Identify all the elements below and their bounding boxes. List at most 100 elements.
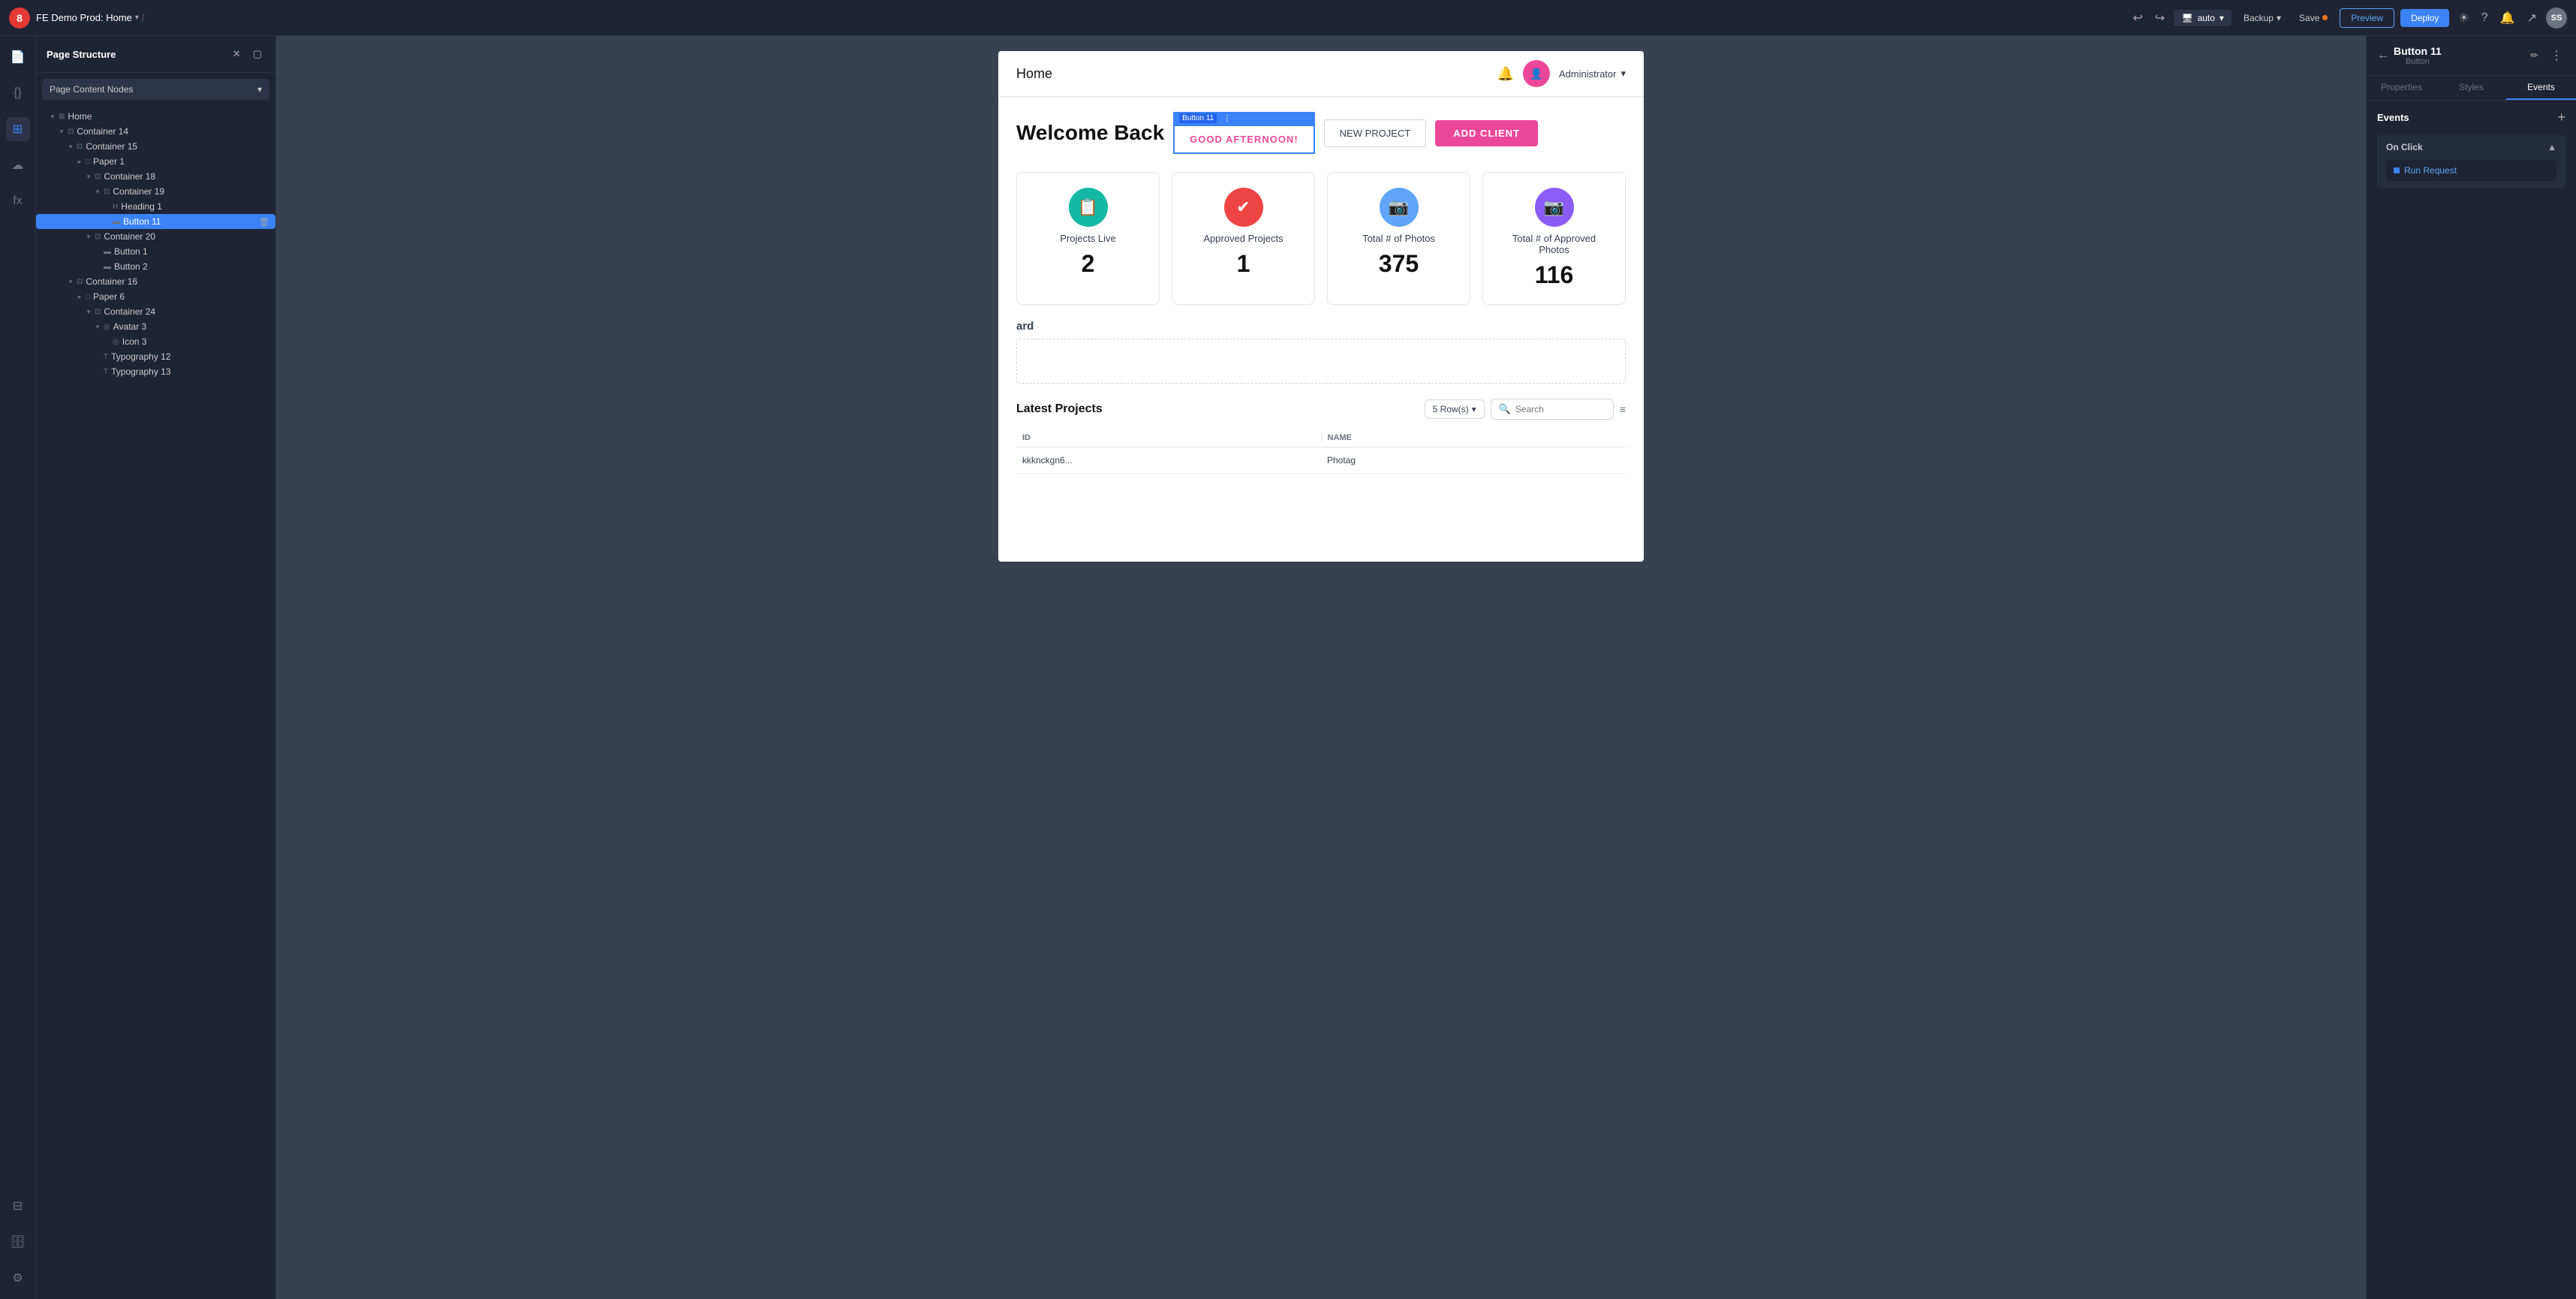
stat-value: 1 [1237,250,1250,278]
tree-item-container-19[interactable]: ▾⊡Container 19 [36,184,275,199]
rail-settings-icon[interactable]: ⚙ [6,1266,30,1290]
backup-button[interactable]: Backup ▾ [2237,10,2287,26]
save-button[interactable]: Save [2293,10,2334,26]
expand-arrow[interactable]: ▾ [93,188,102,196]
deploy-button[interactable]: Deploy [2400,9,2449,27]
rail-fx-icon[interactable]: fx [6,189,30,213]
panel-close-icon[interactable]: ✕ [230,45,244,63]
tree-item-container-14[interactable]: ▾⊡Container 14 [36,124,275,139]
stat-label: Projects Live [1060,233,1115,244]
tree-item-paper-1[interactable]: ▸□Paper 1 [36,154,275,169]
backup-label: Backup [2243,13,2274,23]
add-event-button[interactable]: + [2557,110,2565,125]
cell-name: Photag [1321,455,1626,466]
canvas-area: Home 🔔 👤 Administrator ▾ Welcome Back [276,36,2366,1299]
panel-expand-icon[interactable]: ▢ [250,45,265,63]
app-user-name: Administrator [1559,68,1617,80]
search-input-wrapper: 🔍 [1491,399,1614,420]
tab-styles[interactable]: Styles [2436,76,2506,100]
tree-item-container-24[interactable]: ▾⊡Container 24 [36,304,275,319]
page-icon: ⊞ [59,113,65,121]
tab-properties[interactable]: Properties [2367,76,2436,100]
on-click-header: On Click ▲ [2386,142,2556,152]
redo-button[interactable]: ↪ [2152,8,2168,29]
good-afternoon-button[interactable]: GOOD AFTERNOON! [1173,125,1315,154]
element-type: Button [2394,57,2442,66]
rows-select[interactable]: 5 Row(s) ▾ [1425,399,1485,419]
tree-item-container-16[interactable]: ▾⊡Container 16 [36,274,275,289]
run-request-label: Run Request [2404,165,2457,176]
rail-component-icon[interactable]: ⊟ [6,1194,30,1218]
heading-icon: H [113,203,118,211]
button-selector-more[interactable]: ⋮ [1223,113,1231,123]
app-user-avatar: 👤 [1523,60,1550,87]
rail-code-icon[interactable]: {} [6,81,30,105]
expand-arrow[interactable]: ▸ [75,158,84,166]
dashboard-dashed-box [1016,339,1626,384]
expand-arrow[interactable]: ▾ [84,308,93,316]
device-icon: 🖥 [2181,13,2192,23]
delete-icon[interactable]: 🗑 [259,217,269,227]
rail-layers-icon[interactable]: ⊞ [6,117,30,141]
device-selector[interactable]: 🖥 auto ▾ [2174,10,2231,26]
expand-arrow[interactable]: ▾ [48,113,57,121]
tree-label: Container 19 [113,186,164,197]
col-name: Name [1322,433,1627,442]
expand-arrow[interactable]: ▾ [66,143,75,151]
projects-title: Latest Projects [1016,402,1103,416]
tree-item-container-15[interactable]: ▾⊡Container 15 [36,139,275,154]
on-click-chevron[interactable]: ▲ [2547,142,2556,152]
help-icon[interactable]: ? [2478,8,2491,28]
tree-item-button-1[interactable]: ▬Button 1 [36,244,275,259]
tree-item-container-20[interactable]: ▾⊡Container 20 [36,229,275,244]
undo-button[interactable]: ↩ [2130,8,2146,29]
tree-item-container-18[interactable]: ▾⊡Container 18 [36,169,275,184]
rail-database-icon[interactable]: 🗄 [6,1230,30,1254]
expand-arrow[interactable]: ▾ [84,233,93,241]
tree-item-typography-13[interactable]: TTypography 13 [36,364,275,379]
tree-item-avatar-3[interactable]: ▾◎Avatar 3 [36,319,275,334]
rail-pages-icon[interactable]: 📄 [6,45,30,69]
stat-icon: 📷 [1535,188,1574,227]
panel-header-icons: ✕ ▢ [230,45,265,63]
new-project-button[interactable]: NEW PROJECT [1324,119,1427,147]
tree-label: Container 16 [86,276,137,287]
share-icon[interactable]: ↗ [2524,8,2540,29]
user-avatar-topbar: SS [2546,8,2567,29]
tab-events[interactable]: Events [2506,76,2576,100]
page-content-dropdown[interactable]: Page Content Nodes ▾ [42,79,269,100]
expand-arrow[interactable]: ▾ [93,323,102,331]
expand-arrow[interactable]: ▾ [84,173,93,181]
expand-arrow[interactable]: ▸ [75,293,84,301]
tree-item-button-11[interactable]: ▬Button 11🗑 [36,214,275,229]
notifications-icon[interactable]: 🔔 [2497,8,2518,29]
app-notification-icon[interactable]: 🔔 [1497,66,1513,82]
add-client-button[interactable]: ADD CLIENT [1435,120,1538,146]
stat-icon: 📋 [1069,188,1108,227]
edit-icon[interactable]: ✏ [2527,45,2541,66]
tree-item-heading-1[interactable]: HHeading 1 [36,199,275,214]
rail-cloud-icon[interactable]: ☁ [6,153,30,177]
on-click-section: On Click ▲ Run Request [2377,134,2565,188]
app-header-right: 🔔 👤 Administrator ▾ [1497,60,1626,87]
page-tree: ▾⊞Home▾⊡Container 14▾⊡Container 15▸□Pape… [36,106,275,1299]
search-input[interactable] [1515,404,1605,414]
tree-item-home[interactable]: ▾⊞Home [36,109,275,124]
projects-controls: 5 Row(s) ▾ 🔍 ≡ [1425,399,1626,420]
container-icon: ⊡ [68,128,74,136]
tree-item-typography-12[interactable]: TTypography 12 [36,349,275,364]
breadcrumb-slash: / [142,12,145,23]
expand-arrow[interactable]: ▾ [66,278,75,286]
app-user-info: Administrator ▾ [1559,68,1626,80]
filter-icon[interactable]: ≡ [1620,403,1626,415]
preview-button[interactable]: Preview [2340,8,2394,28]
tree-item-button-2[interactable]: ▬Button 2 [36,259,275,274]
back-button[interactable]: ← Button 11 Button [2377,45,2442,66]
sun-icon[interactable]: ☀ [2455,8,2472,29]
tree-item-paper-6[interactable]: ▸□Paper 6 [36,289,275,304]
topbar-right: Backup ▾ Save Preview Deploy ☀ ? 🔔 ↗ SS [2237,8,2567,29]
dashboard-section: ard [998,314,1644,399]
more-icon[interactable]: ⋮ [2547,45,2565,66]
tree-item-icon-3[interactable]: ◎Icon 3 [36,334,275,349]
expand-arrow[interactable]: ▾ [57,128,66,136]
